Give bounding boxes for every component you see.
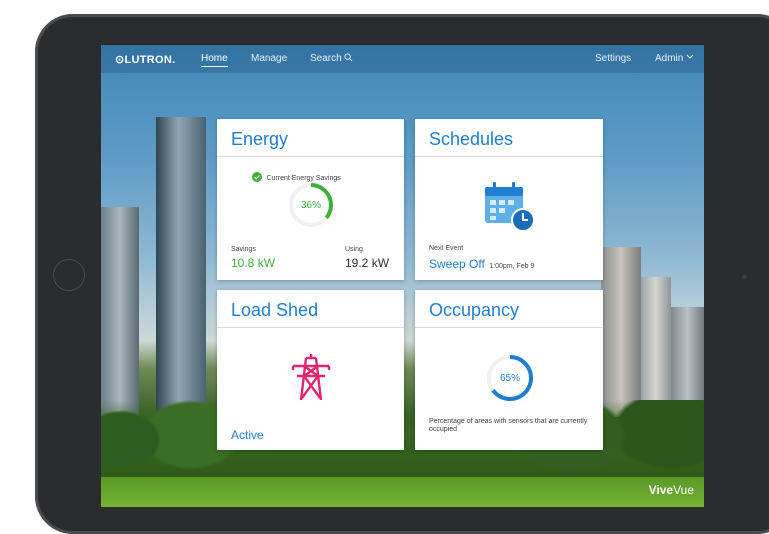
nav-manage[interactable]: Manage	[251, 53, 287, 64]
occupancy-description: Percentage of areas with sensors that ar…	[429, 418, 588, 433]
savings-title: Savings	[231, 246, 256, 253]
load-shed-title: Load Shed	[231, 300, 319, 320]
next-event[interactable]: Sweep Off 1:00pm, Feb 9	[429, 255, 534, 273]
event-time: 1:00pm, Feb 9	[489, 263, 535, 270]
occupancy-gauge: 65%	[487, 355, 533, 401]
nav-settings[interactable]: Settings	[595, 53, 631, 64]
top-nav-bar: ⊙LUTRON. Home Manage Search Settings Adm…	[101, 45, 704, 73]
brand-bold: Vive	[648, 483, 674, 497]
load-shed-card[interactable]: Load Shed Active	[217, 290, 404, 450]
admin-label: Admin	[655, 53, 684, 64]
divider	[415, 327, 603, 328]
event-name: Sweep Off	[429, 257, 485, 271]
using-title: Using	[345, 246, 363, 253]
grass	[101, 477, 704, 507]
calendar-clock-icon	[485, 182, 535, 232]
using-value: 19.2 kW	[345, 256, 390, 270]
nav-search-label: Search	[310, 53, 342, 64]
schedules-title: Schedules	[429, 129, 514, 149]
nav-home[interactable]: Home	[201, 53, 228, 67]
home-button[interactable]	[53, 259, 85, 291]
chevron-down-icon	[686, 54, 694, 59]
occupancy-card[interactable]: Occupancy 65% Percentage of areas with s…	[415, 290, 603, 450]
energy-title: Energy	[231, 129, 289, 149]
check-circle-icon	[252, 172, 262, 182]
building	[641, 277, 671, 417]
app-screen: ⊙LUTRON. Home Manage Search Settings Adm…	[101, 45, 704, 507]
savings-value: 10.8 kW	[231, 256, 276, 270]
lutron-logo: ⊙LUTRON.	[115, 54, 176, 66]
divider	[217, 327, 404, 328]
admin-menu[interactable]: Admin	[655, 53, 694, 64]
vivevue-logo: ViveVue	[649, 483, 694, 497]
search-icon	[344, 53, 353, 62]
camera	[742, 274, 747, 279]
occupancy-title: Occupancy	[429, 300, 520, 320]
schedules-card[interactable]: Schedules Next Event Sweep Off 1:00pm, F…	[415, 119, 603, 280]
divider	[415, 156, 603, 157]
divider	[217, 156, 404, 157]
energy-gauge: 36%	[289, 183, 333, 227]
next-event-label: Next Event	[429, 245, 464, 252]
energy-card[interactable]: Energy Current Energy Savings 36% Saving…	[217, 119, 404, 280]
nav-search[interactable]: Search	[310, 53, 353, 64]
building	[156, 117, 206, 417]
brand-light: Vue	[673, 483, 694, 497]
building	[101, 207, 139, 417]
energy-percent: 36%	[301, 200, 321, 211]
building	[601, 247, 641, 417]
power-tower-icon	[291, 354, 331, 401]
load-shed-status: Active	[231, 428, 264, 442]
occupancy-percent: 65%	[500, 373, 520, 384]
